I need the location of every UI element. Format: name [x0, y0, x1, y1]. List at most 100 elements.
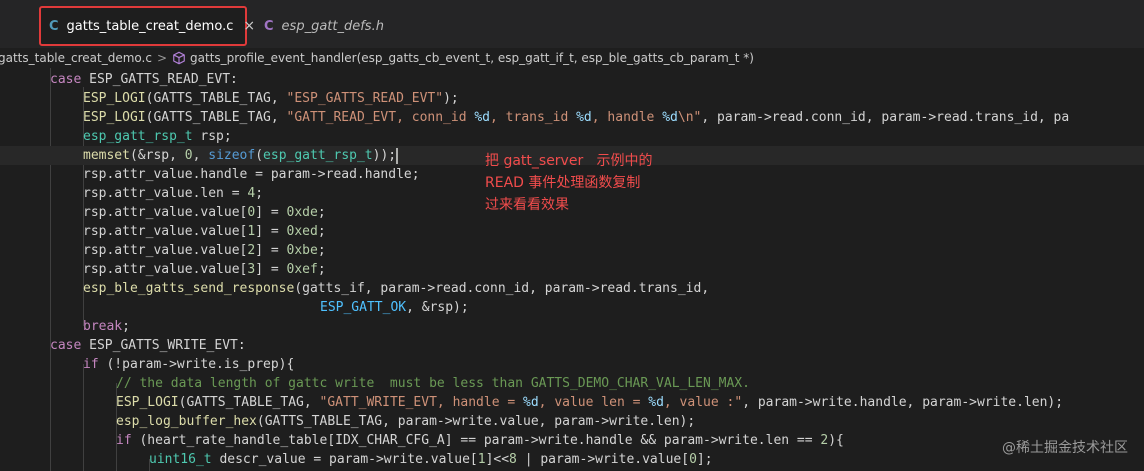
token: rsp;	[192, 129, 232, 144]
tab-label: esp_gatt_defs.h	[281, 18, 384, 34]
token: rsp.attr_value.value[	[83, 243, 248, 258]
token: ESP_GATTS_READ_EVT:	[81, 72, 238, 87]
watermark: @稀土掘金技术社区	[1002, 440, 1128, 456]
token: \n"	[677, 110, 702, 125]
code-line-6: rsp.attr_value.handle = param->read.hand…	[83, 165, 420, 184]
token: ;	[317, 243, 326, 258]
token: descr_value = param->write.value[	[211, 452, 478, 467]
token: sizeof	[208, 148, 256, 163]
code-line-1: case ESP_GATTS_READ_EVT:	[50, 70, 238, 89]
symbol-method-icon	[173, 51, 185, 65]
c-file-icon: C	[49, 18, 59, 34]
token: esp_gatt_rsp_t	[83, 129, 193, 144]
c-header-file-icon: C	[264, 18, 274, 34]
token: ] =	[255, 205, 287, 220]
token: ;	[122, 319, 130, 334]
token: ]<<	[485, 452, 510, 467]
token: ){	[828, 433, 844, 448]
token: ;	[317, 262, 326, 277]
token: ] =	[255, 243, 287, 258]
token: ;	[317, 224, 326, 239]
token: %d	[648, 395, 664, 410]
token: "GATT_WRITE_EVT, handle =	[319, 395, 524, 410]
token: ];	[696, 452, 713, 467]
editor-tab-bar: C gatts_table_creat_demo.c × C esp_gatt_…	[0, 0, 1144, 48]
token: "GATT_READ_EVT, conn_id	[286, 110, 475, 125]
code-line-9: rsp.attr_value.value[1] = 0xed;	[83, 222, 326, 241]
token: (GATTS_TABLE_TAG,	[178, 395, 320, 410]
token: (GATTS_TABLE_TAG, param->write.value, pa…	[256, 414, 696, 429]
token: (gatts_if, param->read.conn_id, param->r…	[294, 281, 710, 296]
indent-guide	[50, 68, 51, 471]
token: ;	[317, 205, 326, 220]
token: ESP_LOGI	[116, 395, 179, 410]
token: ] =	[255, 224, 287, 239]
code-line-14: break;	[83, 317, 130, 336]
tab-label: gatts_table_creat_demo.c	[66, 18, 234, 34]
breadcrumb-symbol[interactable]: gatts_profile_event_handler(esp_gatts_cb…	[190, 51, 754, 65]
code-line-15: case ESP_GATTS_WRITE_EVT:	[50, 336, 246, 355]
token: 1	[477, 452, 486, 467]
annotation-note: 把 gatt_server 示例中的 READ 事件处理函数复制 过来看看效果	[485, 150, 653, 216]
token: | param->write.value[	[516, 452, 690, 467]
token: ,	[192, 148, 209, 163]
code-line-10: rsp.attr_value.value[2] = 0xbe;	[83, 241, 326, 260]
text-cursor	[396, 147, 399, 164]
token: 0xef	[286, 262, 318, 277]
token: 0	[689, 452, 697, 467]
token: 0xed	[286, 224, 318, 239]
token: uint16_t	[149, 452, 212, 467]
token: , value :"	[663, 395, 743, 410]
tab-gatts-table-creat-demo[interactable]: C gatts_table_creat_demo.c ×	[39, 6, 255, 46]
token: memset	[83, 148, 130, 163]
token: esp_gatt_rsp_t	[263, 148, 373, 163]
code-line-18: ESP_LOGI(GATTS_TABLE_TAG, "GATT_WRITE_EV…	[116, 393, 1063, 412]
annotation-line: READ 事件处理函数复制	[485, 175, 641, 191]
token: 8	[509, 452, 517, 467]
token: rsp.attr_value.value[	[83, 224, 248, 239]
token: rsp.attr_value.len =	[83, 186, 248, 201]
token: (!param->write.is_prep){	[98, 357, 295, 372]
token: if	[83, 357, 99, 372]
token: case	[50, 338, 82, 353]
token: ESP_GATTS_WRITE_EVT:	[81, 338, 246, 353]
token: (heart_rate_handle_table[IDX_CHAR_CFG_A]…	[131, 433, 821, 448]
indent-guide	[83, 364, 84, 471]
token: 0xbe	[286, 243, 318, 258]
token: %d	[523, 395, 539, 410]
token: ;	[255, 186, 264, 201]
annotation-line: 过来看看效果	[485, 197, 569, 213]
token: "ESP_GATTS_READ_EVT"	[286, 91, 444, 106]
token: ESP_LOGI	[83, 110, 146, 125]
code-line-12: esp_ble_gatts_send_response(gatts_if, pa…	[83, 279, 709, 298]
token: );	[443, 91, 459, 106]
token: , &rsp);	[406, 300, 469, 315]
token: , handle	[591, 110, 663, 125]
token: (&rsp,	[129, 148, 185, 163]
breadcrumb-file[interactable]: gatts_table_creat_demo.c	[0, 51, 152, 65]
code-line-13: ESP_GATT_OK, &rsp);	[320, 298, 469, 317]
code-line-11: rsp.attr_value.value[3] = 0xef;	[83, 260, 326, 279]
token: , trans_id	[490, 110, 577, 125]
token: , value len =	[538, 395, 649, 410]
token: rsp.attr_value.value[	[83, 262, 248, 277]
close-icon[interactable]: ×	[243, 18, 255, 34]
code-line-4: esp_gatt_rsp_t rsp;	[83, 127, 232, 146]
breadcrumb: gatts_table_creat_demo.c > gatts_profile…	[0, 48, 1144, 68]
token: case	[50, 72, 82, 87]
code-editor[interactable]: case ESP_GATTS_READ_EVT: ESP_LOGI(GATTS_…	[0, 68, 1144, 471]
token: (GATTS_TABLE_TAG,	[145, 91, 287, 106]
annotation-line: 把 gatt_server 示例中的	[485, 153, 653, 169]
token: 0xde	[286, 205, 318, 220]
token: %d	[662, 110, 678, 125]
token: %d	[474, 110, 491, 125]
tab-esp-gatt-defs[interactable]: C esp_gatt_defs.h	[256, 6, 406, 46]
token: %d	[576, 110, 592, 125]
token: // the data length of gattc write must b…	[116, 376, 750, 391]
token: , param->read.conn_id, param->read.trans…	[701, 110, 1070, 125]
code-line-17: // the data length of gattc write must b…	[116, 374, 750, 393]
token: rsp.attr_value.value[	[83, 205, 248, 220]
token: rsp.attr_value.handle = param->read.hand…	[83, 167, 420, 182]
token: if	[116, 433, 132, 448]
code-line-2: ESP_LOGI(GATTS_TABLE_TAG, "ESP_GATTS_REA…	[83, 89, 459, 108]
